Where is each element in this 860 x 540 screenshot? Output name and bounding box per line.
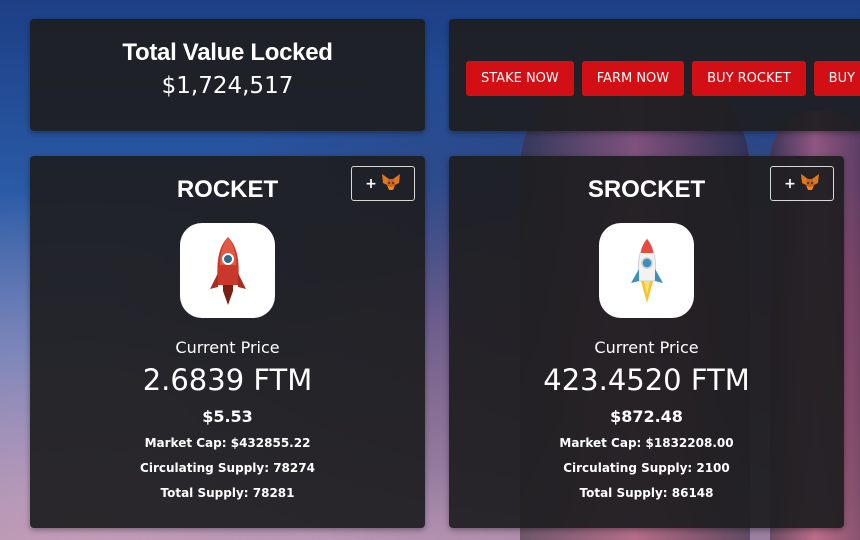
actions-panel: STAKE NOW FARM NOW BUY ROCKET BUY xyxy=(449,19,860,131)
buy-srocket-button[interactable]: BUY xyxy=(813,61,860,96)
action-buttons: STAKE NOW FARM NOW BUY ROCKET BUY xyxy=(466,61,860,96)
stake-now-button[interactable]: STAKE NOW xyxy=(466,61,574,96)
total-supply: Total Supply: 86148 xyxy=(579,486,714,500)
market-cap: Market Cap: $432855.22 xyxy=(144,436,311,450)
metamask-fox-icon xyxy=(800,173,820,195)
token-card-rocket: ROCKET + Current Price 2.6839 FTM $5.53 xyxy=(30,156,425,528)
circulating-supply: Circulating Supply: 78274 xyxy=(140,461,315,475)
plus-label: + xyxy=(784,175,796,192)
white-rocket-icon xyxy=(630,237,663,303)
price-usd: $872.48 xyxy=(610,407,683,426)
tvl-value: $1,724,517 xyxy=(161,73,294,99)
tvl-title: Total Value Locked xyxy=(122,39,333,66)
price-ftm: 423.4520 FTM xyxy=(543,363,750,397)
rocket-logo xyxy=(180,223,275,318)
current-price-label: Current Price xyxy=(594,338,699,357)
metamask-fox-icon xyxy=(381,173,401,195)
market-cap: Market Cap: $1832208.00 xyxy=(559,436,734,450)
tvl-panel: Total Value Locked $1,724,517 xyxy=(30,19,425,131)
srocket-logo xyxy=(599,223,694,318)
circulating-supply: Circulating Supply: 2100 xyxy=(563,461,730,475)
price-usd: $5.53 xyxy=(202,407,253,426)
current-price-label: Current Price xyxy=(175,338,280,357)
total-supply: Total Supply: 78281 xyxy=(160,486,295,500)
token-card-srocket: SROCKET + Current Price 423.4520 FTM $87… xyxy=(449,156,844,528)
price-ftm: 2.6839 FTM xyxy=(142,363,313,397)
add-to-metamask-button[interactable]: + xyxy=(351,166,415,201)
add-to-metamask-button[interactable]: + xyxy=(770,166,834,201)
red-rocket-icon xyxy=(209,236,246,305)
buy-rocket-button[interactable]: BUY ROCKET xyxy=(692,61,806,96)
plus-label: + xyxy=(365,175,377,192)
farm-now-button[interactable]: FARM NOW xyxy=(581,61,685,96)
